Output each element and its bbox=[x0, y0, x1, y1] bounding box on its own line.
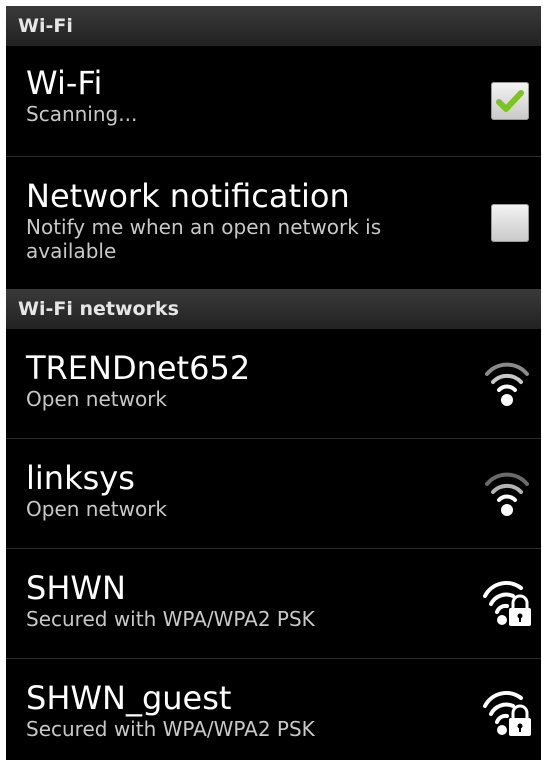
network-row[interactable]: SHWN Secured with WPA/WPA2 PSK bbox=[6, 549, 541, 659]
section-header-wifi: Wi-Fi bbox=[6, 6, 541, 46]
network-notification-summary: Notify me when an open network is availa… bbox=[26, 215, 382, 263]
network-ssid: TRENDnet652 bbox=[26, 349, 251, 387]
network-security: Secured with WPA/WPA2 PSK bbox=[26, 607, 315, 631]
network-ssid: SHWN bbox=[26, 569, 126, 607]
wifi-signal-icon bbox=[485, 362, 529, 406]
wifi-signal-lock-icon bbox=[483, 691, 531, 736]
wifi-signal-icon bbox=[485, 472, 529, 516]
network-security: Open network bbox=[26, 497, 167, 521]
network-row[interactable]: TRENDnet652 Open network bbox=[6, 329, 541, 439]
network-security: Secured with WPA/WPA2 PSK bbox=[26, 717, 315, 741]
section-header-networks: Wi-Fi networks bbox=[6, 289, 541, 329]
wifi-toggle-row[interactable]: Wi-Fi Scanning... bbox=[6, 46, 541, 157]
network-notification-checkbox[interactable] bbox=[491, 204, 529, 242]
network-row[interactable]: linksys Open network bbox=[6, 439, 541, 549]
wifi-toggle-status: Scanning... bbox=[26, 102, 138, 126]
network-notification-title: Network notification bbox=[26, 177, 350, 215]
checkmark-icon bbox=[496, 90, 524, 112]
network-row[interactable]: SHWN_guest Secured with WPA/WPA2 PSK bbox=[6, 659, 541, 760]
wifi-toggle-title: Wi-Fi bbox=[26, 64, 103, 102]
wifi-checkbox[interactable] bbox=[491, 82, 529, 120]
wifi-signal-lock-icon bbox=[483, 580, 531, 626]
network-security: Open network bbox=[26, 387, 167, 411]
network-ssid: SHWN_guest bbox=[26, 679, 232, 717]
network-notification-row[interactable]: Network notification Notify me when an o… bbox=[6, 157, 541, 289]
wifi-settings-screen: Wi-Fi Wi-Fi Scanning... Network notifica… bbox=[6, 6, 541, 760]
network-ssid: linksys bbox=[26, 459, 135, 497]
